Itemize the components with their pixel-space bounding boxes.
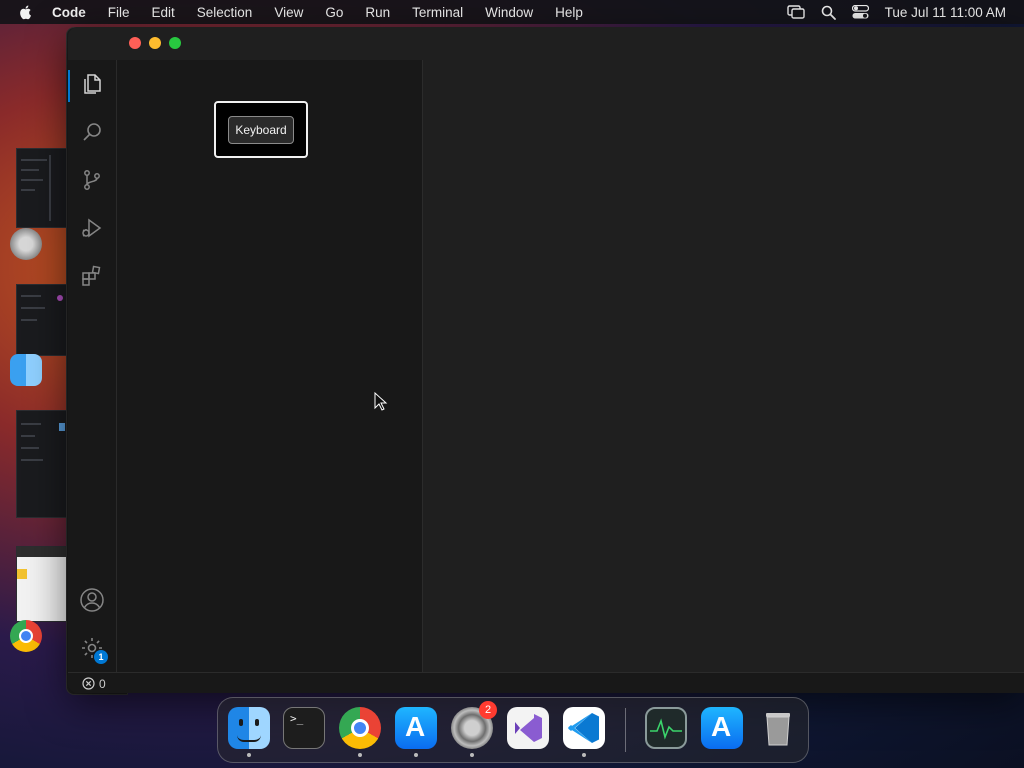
title-bar xyxy=(68,27,1024,60)
explorer-icon[interactable] xyxy=(78,70,106,98)
dock-system-settings[interactable]: 2 xyxy=(449,701,497,757)
active-indicator xyxy=(68,70,70,102)
problems-status[interactable]: 0 xyxy=(82,677,106,691)
dock-vscode[interactable] xyxy=(561,705,607,757)
app-store-icon: A xyxy=(395,707,437,749)
manage-update-badge: 1 xyxy=(94,650,108,664)
error-icon xyxy=(82,677,95,690)
apple-menu-icon[interactable] xyxy=(18,4,34,20)
spotlight-search-icon[interactable] xyxy=(821,5,836,20)
mouse-cursor-icon xyxy=(374,392,388,411)
dock-app-store-installer[interactable]: A xyxy=(699,705,745,751)
dock-finder[interactable] xyxy=(226,705,272,757)
desktop-window-thumbnail[interactable] xyxy=(16,410,68,518)
window-minimize-button[interactable] xyxy=(149,37,161,49)
app-store-icon: A xyxy=(701,707,743,749)
vscode-icon xyxy=(563,707,605,749)
dock-terminal[interactable]: >_ xyxy=(281,705,327,751)
menu-edit[interactable]: Edit xyxy=(152,5,175,20)
activity-bar: 1 xyxy=(68,60,117,672)
dock-activity-monitor[interactable] xyxy=(643,705,689,751)
keyboard-tooltip: Keyboard xyxy=(214,101,308,158)
menubar-status-area: Tue Jul 11 11:00 AM xyxy=(786,0,1006,24)
desktop-window-thumbnail[interactable] xyxy=(16,148,68,228)
editor-area[interactable] xyxy=(422,60,1024,672)
run-debug-icon[interactable] xyxy=(78,214,106,242)
finder-desktop-icon[interactable] xyxy=(10,354,42,386)
menu-go[interactable]: Go xyxy=(325,5,343,20)
running-indicator xyxy=(414,753,418,757)
activity-monitor-icon xyxy=(645,707,687,749)
menu-selection[interactable]: Selection xyxy=(197,5,253,20)
visual-studio-icon xyxy=(507,707,549,749)
accounts-icon[interactable] xyxy=(78,586,106,614)
dock-chrome[interactable] xyxy=(337,705,383,757)
finder-icon xyxy=(228,707,270,749)
notification-badge: 2 xyxy=(479,701,497,719)
chrome-desktop-icon[interactable] xyxy=(10,620,42,652)
menu-help[interactable]: Help xyxy=(555,5,583,20)
terminal-icon: >_ xyxy=(283,707,325,749)
dock-app-store[interactable]: A xyxy=(393,705,439,757)
desktop-window-thumbnail[interactable] xyxy=(16,284,68,356)
window-maximize-button[interactable] xyxy=(169,37,181,49)
menu-run[interactable]: Run xyxy=(365,5,390,20)
manage-gear-icon[interactable]: 1 xyxy=(78,634,108,664)
search-icon[interactable] xyxy=(78,118,106,146)
menu-bar: Code File Edit Selection View Go Run Ter… xyxy=(0,0,1024,24)
dock-visual-studio[interactable] xyxy=(505,705,551,751)
control-center-icon[interactable] xyxy=(851,5,869,19)
menu-terminal[interactable]: Terminal xyxy=(412,5,463,20)
menu-window[interactable]: Window xyxy=(485,5,533,20)
system-settings-desktop-icon[interactable] xyxy=(10,228,42,260)
dock-trash[interactable] xyxy=(755,705,801,751)
extensions-icon[interactable] xyxy=(78,262,106,290)
source-control-icon[interactable] xyxy=(78,166,106,194)
app-menu-code[interactable]: Code xyxy=(52,5,86,20)
menubar-clock[interactable]: Tue Jul 11 11:00 AM xyxy=(885,5,1006,20)
chrome-icon xyxy=(339,707,381,749)
running-indicator xyxy=(582,753,586,757)
vscode-window: 1 0 xyxy=(68,27,1024,693)
running-indicator xyxy=(358,753,362,757)
dock: >_ A 2 A xyxy=(217,697,809,763)
menu-file[interactable]: File xyxy=(108,5,130,20)
screen-mirroring-icon[interactable] xyxy=(786,5,805,19)
dock-separator xyxy=(625,708,626,752)
running-indicator xyxy=(247,753,251,757)
running-indicator xyxy=(470,753,474,757)
status-bar: 0 xyxy=(68,672,1024,693)
error-count: 0 xyxy=(99,676,106,691)
window-close-button[interactable] xyxy=(129,37,141,49)
keyboard-label[interactable]: Keyboard xyxy=(228,115,294,144)
desktop-window-thumbnail[interactable] xyxy=(16,546,68,622)
menu-view[interactable]: View xyxy=(274,5,303,20)
trash-icon xyxy=(757,707,799,749)
